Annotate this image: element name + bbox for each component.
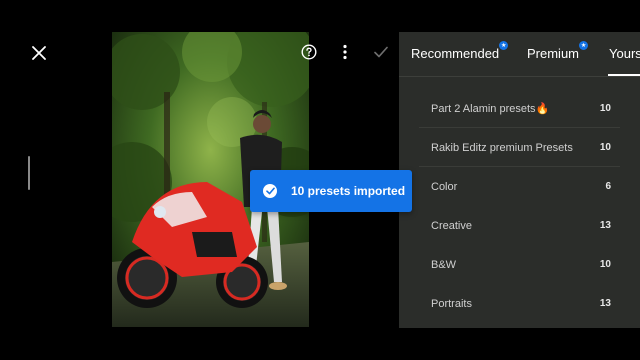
preset-group-item[interactable]: B&W 10 (399, 245, 640, 284)
preset-group-item[interactable]: Creative 13 (399, 206, 640, 245)
tab-premium[interactable]: Premium ★ (527, 41, 589, 61)
preset-tabs: Recommended ★ Premium ★ Yours (399, 32, 640, 76)
premium-badge-icon: ★ (499, 41, 509, 50)
checkmark-circle-icon (263, 184, 277, 198)
preset-group-name: Color (431, 180, 458, 193)
preset-group-name: Creative (431, 219, 472, 232)
more-options-button[interactable] (333, 40, 357, 64)
preset-group-count: 10 (599, 142, 611, 153)
tab-yours[interactable]: Yours (609, 46, 640, 61)
preset-group-name: Part 2 Alamin presets🔥 (431, 103, 550, 115)
import-toast: 10 presets imported (250, 170, 412, 212)
tab-recommended-label: Recommended (411, 46, 500, 61)
tab-yours-label: Yours (609, 46, 640, 61)
preset-group-count: 13 (599, 298, 611, 309)
help-icon (301, 44, 317, 60)
checkmark-icon (374, 46, 388, 58)
preset-group-name: B&W (431, 258, 457, 271)
preset-group-count: 13 (599, 220, 611, 231)
close-button[interactable] (26, 40, 52, 66)
preset-group-count: 6 (605, 181, 611, 192)
preset-group-item[interactable]: Portraits 13 (399, 284, 640, 323)
left-rail (0, 0, 112, 360)
premium-badge-icon: ★ (579, 41, 589, 50)
preset-group-item[interactable]: Part 2 Alamin presets🔥 10 (399, 89, 640, 128)
tab-divider (399, 76, 640, 77)
tab-recommended[interactable]: Recommended ★ (411, 41, 509, 61)
preset-group-count: 10 (599, 103, 611, 114)
toast-message: 10 presets imported (291, 184, 406, 198)
more-vertical-icon (343, 44, 347, 60)
tab-premium-label: Premium (527, 46, 580, 61)
preset-group-list: Part 2 Alamin presets🔥 10 Rakib Editz pr… (399, 89, 640, 323)
close-icon (32, 46, 46, 60)
preset-group-name: Rakib Editz premium Presets (431, 141, 573, 154)
presets-panel: Recommended ★ Premium ★ Yours Part 2 Ala… (399, 32, 640, 328)
preset-group-item[interactable]: Rakib Editz premium Presets 10 (399, 128, 640, 167)
confirm-button[interactable] (369, 40, 393, 64)
preset-group-name: Portraits (431, 297, 472, 310)
help-button[interactable] (297, 40, 321, 64)
preset-group-count: 10 (599, 259, 611, 270)
preset-group-item[interactable]: Color 6 (399, 167, 640, 206)
panel-drag-handle[interactable] (28, 156, 30, 190)
